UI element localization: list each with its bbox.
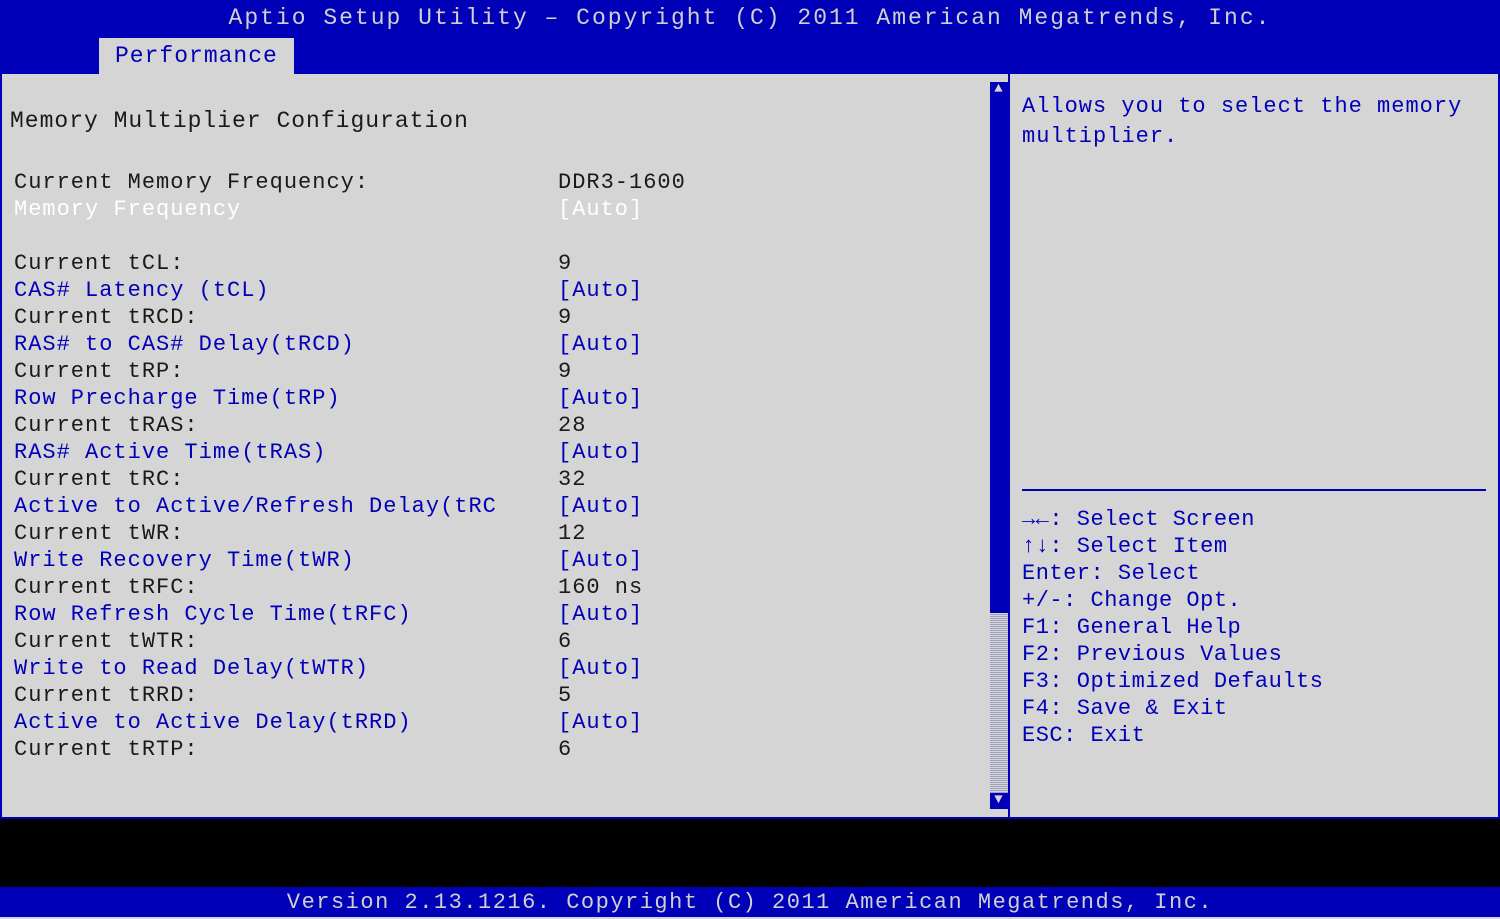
setting-label: Write to Read Delay(tWTR) xyxy=(8,655,558,682)
setting-label: Current tRRD: xyxy=(8,682,558,709)
setting-label: Current tRCD: xyxy=(8,304,558,331)
setting-row[interactable]: Active to Active/Refresh Delay(tRC[Auto] xyxy=(8,493,1008,520)
setting-label: Current tCL: xyxy=(8,250,558,277)
setting-row[interactable]: CAS# Latency (tCL)[Auto] xyxy=(8,277,1008,304)
key-binding: F2: Previous Values xyxy=(1022,641,1486,668)
bios-header: Aptio Setup Utility – Copyright (C) 2011… xyxy=(0,0,1500,74)
setting-label: Current Memory Frequency: xyxy=(8,169,558,196)
setting-value[interactable]: [Auto] xyxy=(558,493,1008,520)
setting-value: 5 xyxy=(558,682,1008,709)
setting-row: Current tRFC:160 ns xyxy=(8,574,1008,601)
setting-row[interactable]: Write to Read Delay(tWTR)[Auto] xyxy=(8,655,1008,682)
setting-value: DDR3-1600 xyxy=(558,169,1008,196)
setting-label: RAS# to CAS# Delay(tRCD) xyxy=(8,331,558,358)
scroll-up-icon[interactable]: ▲ xyxy=(990,82,1008,98)
setting-label: Write Recovery Time(tWR) xyxy=(8,547,558,574)
setting-row[interactable]: Row Precharge Time(tRP)[Auto] xyxy=(8,385,1008,412)
setting-value: 9 xyxy=(558,358,1008,385)
bios-footer: Version 2.13.1216. Copyright (C) 2011 Am… xyxy=(0,887,1500,917)
setting-value: 6 xyxy=(558,736,1008,763)
setting-value: 6 xyxy=(558,628,1008,655)
setting-label: Current tRAS: xyxy=(8,412,558,439)
setting-value[interactable]: [Auto] xyxy=(558,601,1008,628)
setting-label: Active to Active Delay(tRRD) xyxy=(8,709,558,736)
setting-value: 28 xyxy=(558,412,1008,439)
tab-performance[interactable]: Performance xyxy=(99,38,294,74)
setting-row: Current tWR:12 xyxy=(8,520,1008,547)
setting-row: Current tRTP:6 xyxy=(8,736,1008,763)
setting-label: Current tWR: xyxy=(8,520,558,547)
setting-row: Current tRP:9 xyxy=(8,358,1008,385)
setting-row: Current tCL:9 xyxy=(8,250,1008,277)
setting-value[interactable]: [Auto] xyxy=(558,196,1008,223)
setting-row: Current tRC:32 xyxy=(8,466,1008,493)
key-binding: Enter: Select xyxy=(1022,560,1486,587)
setting-value[interactable]: [Auto] xyxy=(558,547,1008,574)
header-title: Aptio Setup Utility – Copyright (C) 2011… xyxy=(0,0,1500,31)
key-binding: ↑↓: Select Item xyxy=(1022,533,1486,560)
key-binding: F1: General Help xyxy=(1022,614,1486,641)
section-title: Memory Multiplier Configuration xyxy=(8,84,1008,142)
setting-row: Current tRCD:9 xyxy=(8,304,1008,331)
help-panel: Allows you to select the memory multipli… xyxy=(1008,74,1498,817)
setting-row: Current tWTR:6 xyxy=(8,628,1008,655)
scrollbar-thumb[interactable] xyxy=(990,613,1008,793)
setting-row: Current Memory Frequency:DDR3-1600 xyxy=(8,169,1008,196)
setting-label: Current tRFC: xyxy=(8,574,558,601)
setting-value: 160 ns xyxy=(558,574,1008,601)
key-binding: +/-: Change Opt. xyxy=(1022,587,1486,614)
setting-label: Current tRTP: xyxy=(8,736,558,763)
setting-row: Current tRAS:28 xyxy=(8,412,1008,439)
setting-value[interactable]: [Auto] xyxy=(558,331,1008,358)
setting-row: Current tRRD:5 xyxy=(8,682,1008,709)
setting-value[interactable]: [Auto] xyxy=(558,709,1008,736)
help-description: Allows you to select the memory multipli… xyxy=(1022,92,1486,152)
setting-label: Active to Active/Refresh Delay(tRC xyxy=(8,493,558,520)
setting-value[interactable]: [Auto] xyxy=(558,439,1008,466)
setting-row[interactable]: Write Recovery Time(tWR)[Auto] xyxy=(8,547,1008,574)
setting-value[interactable]: [Auto] xyxy=(558,277,1008,304)
setting-row[interactable]: Memory Frequency[Auto] xyxy=(8,196,1008,223)
setting-value: 9 xyxy=(558,304,1008,331)
setting-value: 9 xyxy=(558,250,1008,277)
setting-row[interactable]: RAS# Active Time(tRAS)[Auto] xyxy=(8,439,1008,466)
setting-row[interactable]: Active to Active Delay(tRRD)[Auto] xyxy=(8,709,1008,736)
setting-label: Row Refresh Cycle Time(tRFC) xyxy=(8,601,558,628)
key-binding: →←: Select Screen xyxy=(1022,506,1486,533)
setting-label: Current tWTR: xyxy=(8,628,558,655)
setting-row[interactable]: Row Refresh Cycle Time(tRFC)[Auto] xyxy=(8,601,1008,628)
setting-label: CAS# Latency (tCL) xyxy=(8,277,558,304)
scrollbar[interactable]: ▲ ▼ xyxy=(990,82,1008,809)
setting-value[interactable]: [Auto] xyxy=(558,385,1008,412)
setting-label: Current tRC: xyxy=(8,466,558,493)
main-container: Memory Multiplier Configuration Current … xyxy=(0,74,1500,819)
key-binding: F3: Optimized Defaults xyxy=(1022,668,1486,695)
key-binding: ESC: Exit xyxy=(1022,722,1486,749)
setting-row[interactable]: RAS# to CAS# Delay(tRCD)[Auto] xyxy=(8,331,1008,358)
setting-value[interactable]: [Auto] xyxy=(558,655,1008,682)
key-bindings: →←: Select Screen↑↓: Select ItemEnter: S… xyxy=(1022,506,1486,749)
setting-value: 32 xyxy=(558,466,1008,493)
scroll-down-icon[interactable]: ▼ xyxy=(990,793,1008,809)
settings-panel: Memory Multiplier Configuration Current … xyxy=(2,74,1008,817)
setting-label: RAS# Active Time(tRAS) xyxy=(8,439,558,466)
setting-value: 12 xyxy=(558,520,1008,547)
setting-label: Row Precharge Time(tRP) xyxy=(8,385,558,412)
setting-label: Current tRP: xyxy=(8,358,558,385)
setting-label: Memory Frequency xyxy=(8,196,558,223)
key-binding: F4: Save & Exit xyxy=(1022,695,1486,722)
